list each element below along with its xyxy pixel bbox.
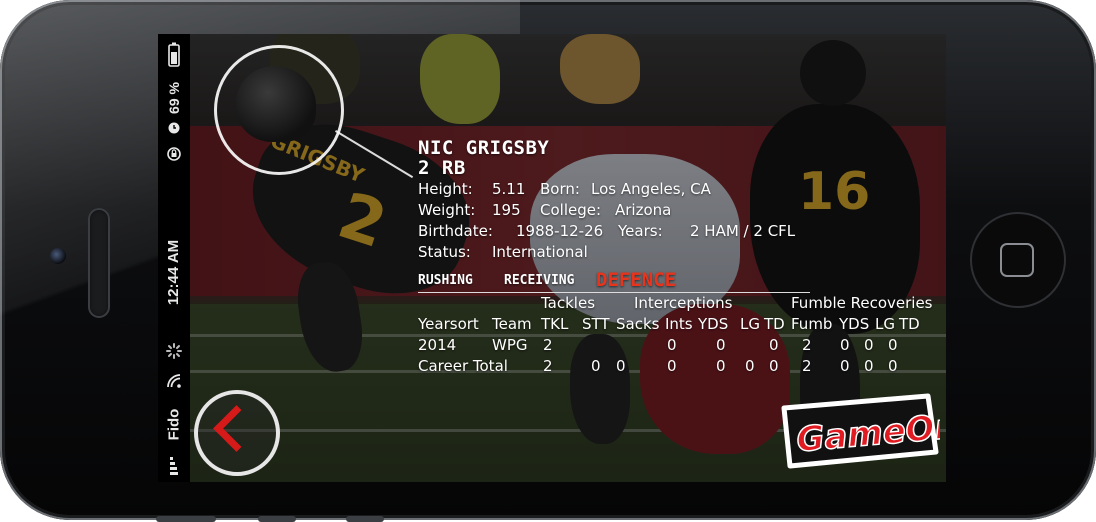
born-value: Los Angeles, CA: [591, 180, 711, 198]
volume-button: [346, 516, 384, 522]
table-cell: 0: [864, 336, 874, 354]
table-cell: 0: [616, 357, 626, 375]
table-header: LG: [740, 315, 760, 333]
table-cell: 0: [888, 357, 898, 375]
table-header: YDS: [839, 315, 870, 333]
height-value: 5.11: [492, 180, 526, 198]
status-bar: 69 % 12:44 AM Fido: [158, 34, 190, 482]
clock: 12:44 AM: [165, 239, 183, 305]
table-header: Ints: [665, 315, 693, 333]
years-value: 2 HAM / 2 CFL: [690, 222, 796, 240]
table-cell: 2: [802, 357, 812, 375]
tab-rushing[interactable]: RUSHING: [418, 273, 473, 288]
signal-icon: [158, 448, 190, 478]
screen: 69 % 12:44 AM Fido 16 2 GRIGSBY NIC GRIG…: [158, 34, 946, 482]
table-cell: 0: [864, 357, 874, 375]
table-cell: 0: [667, 336, 677, 354]
college-label: College:: [540, 201, 602, 219]
table-cell: 0: [769, 336, 779, 354]
table-cell: 0: [667, 357, 677, 375]
weight-label: Weight:: [418, 201, 476, 219]
table-cell: 0: [745, 357, 755, 375]
table-cell: 0: [591, 357, 601, 375]
table-cell: 0: [769, 357, 779, 375]
home-button-icon: [1000, 243, 1034, 277]
player-highlight-circle: [214, 45, 344, 175]
player-number-position: 2 RB: [418, 157, 466, 179]
table-cell: 0: [888, 336, 898, 354]
table-header: Sacks: [616, 315, 660, 333]
group-header-fumble: Fumble Recoveries: [791, 294, 933, 312]
birthdate-label: Birthdate:: [418, 222, 493, 240]
table-header: Fumb: [791, 315, 833, 333]
volume-button: [156, 516, 216, 522]
table-header: TD: [899, 315, 920, 333]
table-cell: 0: [716, 357, 726, 375]
battery-icon: [158, 40, 190, 70]
table-cell: 0: [716, 336, 726, 354]
volume-button: [258, 516, 296, 522]
group-header-interceptions: Interceptions: [634, 294, 733, 312]
gameon-logo: GameOn: [781, 393, 940, 469]
earpiece-speaker: [88, 208, 110, 318]
height-label: Height:: [418, 180, 473, 198]
table-header: LG: [875, 315, 895, 333]
battery-percent: 69 %: [165, 82, 182, 114]
table-header: TKL: [541, 315, 569, 333]
wifi-icon: [158, 370, 190, 392]
rotation-lock-icon: [158, 144, 190, 164]
status-label: Status:: [418, 243, 471, 261]
table-cell: Career Total: [418, 357, 508, 375]
table-header: YDS: [698, 315, 729, 333]
table-cell: 2: [543, 357, 553, 375]
tab-receiving[interactable]: RECEIVING: [504, 273, 574, 288]
born-label: Born:: [540, 180, 580, 198]
table-header: Yearsort: [418, 315, 479, 333]
player-name: NIC GRIGSBY: [418, 137, 550, 159]
stat-tabs: RUSHING RECEIVING DEFENCE: [418, 266, 810, 293]
table-cell: 2: [543, 336, 553, 354]
activity-spinner-icon: [158, 340, 190, 362]
table-cell: 2: [802, 336, 812, 354]
alarm-icon: [158, 120, 190, 136]
front-camera: [50, 248, 66, 264]
weight-value: 195: [492, 201, 521, 219]
college-value: Arizona: [615, 201, 672, 219]
carrier-name: Fido: [165, 408, 183, 440]
birthdate-value: 1988-12-26: [516, 222, 604, 240]
tab-defence[interactable]: DEFENCE: [596, 269, 676, 291]
years-label: Years:: [618, 222, 663, 240]
table-header: Team: [492, 315, 532, 333]
table-cell: 2014: [418, 336, 457, 354]
table-header: STT: [582, 315, 610, 333]
table-cell: WPG: [492, 336, 528, 354]
table-cell: 0: [840, 357, 850, 375]
status-value: International: [492, 243, 588, 261]
group-header-tackles: Tackles: [541, 294, 596, 312]
table-cell: 0: [840, 336, 850, 354]
table-header: TD: [764, 315, 785, 333]
